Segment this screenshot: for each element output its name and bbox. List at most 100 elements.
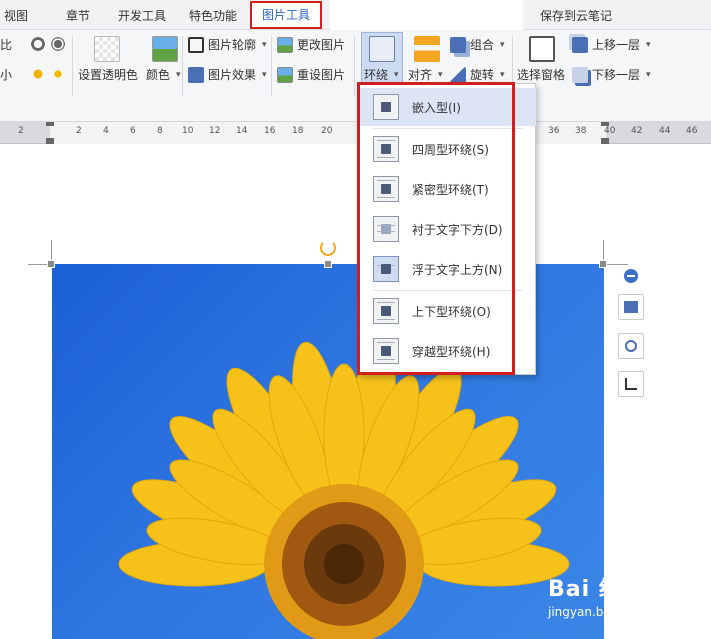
color-icon[interactable]	[152, 36, 178, 62]
tab-developer-tools[interactable]: 开发工具	[118, 0, 166, 30]
ruler-tick: 20	[321, 126, 333, 136]
resize-handle-top-left[interactable]	[47, 260, 55, 268]
resize-handle-top-center[interactable]	[324, 260, 332, 268]
picture-effect-button[interactable]: 图片效果	[188, 66, 267, 83]
ruler-tick: 40	[604, 126, 616, 136]
tab-view[interactable]: 视图	[4, 0, 28, 30]
ruler-tick: 44	[659, 126, 671, 136]
group-label: 组合	[470, 38, 495, 52]
send-backward-button[interactable]: 下移一层	[572, 66, 651, 83]
picture-outline-label: 图片轮廓	[208, 38, 257, 52]
reset-picture-button[interactable]: 重设图片	[277, 66, 345, 83]
rotate-handle-icon[interactable]	[320, 240, 336, 256]
menu-item-tight[interactable]: 紧密型环绕(T)	[360, 170, 536, 208]
menu-item-inline[interactable]: 嵌入型(I)	[360, 88, 536, 126]
align-button[interactable]: 对齐	[408, 66, 443, 83]
menu-item-through[interactable]: 穿越型环绕(H)	[360, 332, 536, 370]
picture-effect-icon	[188, 66, 204, 83]
menu-item-top-and-bottom[interactable]: 上下型环绕(O)	[360, 292, 536, 330]
selection-pane-button[interactable]: 选择窗格	[517, 66, 565, 83]
menu-separator	[373, 128, 523, 129]
brightness-up-icon[interactable]	[30, 66, 46, 82]
ruler-tick: 6	[130, 126, 136, 136]
menu-item-label: 衬于文字下方(D)	[412, 222, 503, 237]
ruler-tick: 36	[548, 126, 560, 136]
send-backward-icon	[572, 66, 588, 83]
rotate-icon	[450, 66, 466, 83]
menu-item-in-front-of-text[interactable]: 浮于文字上方(N)	[360, 250, 536, 288]
watermark-logo-text: Bai 经验	[548, 577, 645, 602]
bring-forward-icon	[572, 36, 588, 53]
wrap-button[interactable]: 环绕	[364, 66, 399, 83]
ribbon-separator	[182, 36, 183, 96]
zoom-button[interactable]	[618, 333, 644, 359]
change-picture-icon	[277, 36, 293, 53]
selection-pane-label: 选择窗格	[517, 68, 566, 82]
ruler-tick: 12	[209, 126, 221, 136]
reset-picture-icon	[277, 66, 293, 83]
ruler-tick: 42	[631, 126, 643, 136]
top-bottom-wrap-icon	[373, 298, 399, 324]
menu-item-label: 浮于文字上方(N)	[412, 262, 503, 277]
through-wrap-icon	[373, 338, 399, 364]
bring-forward-button[interactable]: 上移一层	[572, 36, 651, 53]
send-backward-label: 下移一层	[592, 68, 641, 82]
inline-wrap-icon	[373, 94, 399, 120]
ruler-tick: 16	[264, 126, 276, 136]
crop-button[interactable]	[618, 371, 644, 397]
partial-size-label: 小	[0, 68, 13, 82]
set-transparent-color-button[interactable]: 设置透明色	[78, 66, 138, 83]
brightness-buttons[interactable]	[30, 36, 66, 52]
brightness-down-icon[interactable]	[50, 66, 66, 82]
layout-options-button[interactable]	[618, 294, 644, 320]
ruler-tick: 46	[686, 126, 698, 136]
layout-options-icon	[624, 301, 638, 313]
tab-chapter[interactable]: 章节	[66, 0, 90, 30]
zoom-icon	[625, 340, 637, 352]
horizontal-ruler[interactable]: 2 2 4 6 8 10 12 14 16 18 20 36 38 40 42 …	[0, 122, 711, 144]
menu-item-label: 上下型环绕(O)	[412, 304, 491, 319]
tab-bar-active-extension	[330, 0, 523, 31]
menu-item-square[interactable]: 四周型环绕(S)	[360, 130, 536, 168]
group-icon	[450, 36, 466, 53]
rotate-label: 旋转	[470, 68, 495, 82]
page-corner-mark	[604, 264, 628, 265]
ruler-tick: 4	[103, 126, 109, 136]
tab-save-to-cloud-notes[interactable]: 保存到云笔记	[540, 0, 612, 30]
picture-outline-button[interactable]: 图片轮廓	[188, 36, 267, 53]
wrap-icon[interactable]	[369, 36, 395, 62]
menu-separator	[373, 290, 523, 291]
crop-icon	[625, 378, 637, 390]
group-button[interactable]: 组合	[450, 36, 505, 53]
set-transparent-color-label: 设置透明色	[78, 68, 139, 82]
set-transparent-color-icon[interactable]	[94, 36, 120, 62]
contrast-up-icon[interactable]	[30, 36, 46, 52]
partial-contrast-button[interactable]: 比	[0, 36, 12, 53]
menu-item-behind-text[interactable]: 衬于文字下方(D)	[360, 210, 536, 248]
selection-pane-icon[interactable]	[529, 36, 555, 62]
align-label: 对齐	[408, 68, 433, 82]
wrap-label: 环绕	[364, 68, 389, 82]
ruler-indent-marker[interactable]	[46, 122, 54, 144]
tab-picture-tools[interactable]: 图片工具	[250, 1, 323, 29]
behind-text-icon	[373, 216, 399, 242]
change-picture-label: 更改图片	[297, 38, 346, 52]
collapse-icon[interactable]	[624, 269, 638, 283]
square-wrap-icon	[373, 136, 399, 162]
ruler-tick: 14	[236, 126, 248, 136]
color-button[interactable]: 颜色	[146, 66, 181, 83]
tab-special-features[interactable]: 特色功能	[189, 0, 237, 30]
ribbon-separator	[354, 36, 355, 96]
align-icon[interactable]	[414, 36, 440, 62]
contrast-down-icon[interactable]	[50, 36, 66, 52]
text-wrap-dropdown: 嵌入型(I) 四周型环绕(S) 紧密型环绕(T) 衬于文字下方(D) 浮于文字上…	[358, 83, 536, 375]
rotate-button[interactable]: 旋转	[450, 66, 505, 83]
ruler-tick: 2	[18, 126, 24, 136]
ruler-tick: 18	[292, 126, 304, 136]
brightness-adjust-buttons[interactable]	[30, 66, 66, 82]
ruler-tick: 38	[575, 126, 587, 136]
ruler-tick: 2	[76, 126, 82, 136]
change-picture-button[interactable]: 更改图片	[277, 36, 345, 53]
partial-size-button[interactable]: 小	[0, 66, 12, 83]
resize-handle-top-right[interactable]	[599, 260, 607, 268]
